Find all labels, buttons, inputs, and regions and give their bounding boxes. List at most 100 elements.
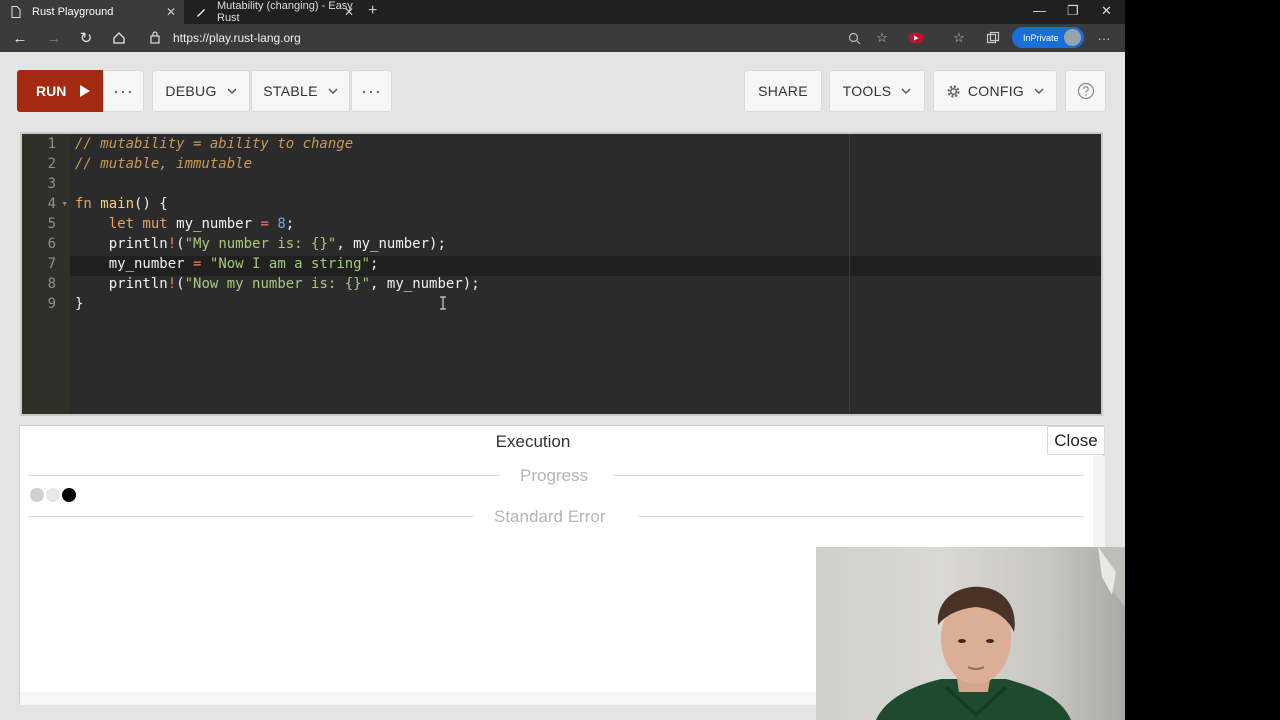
divider	[28, 475, 500, 476]
letterbox-right	[1125, 0, 1280, 720]
macro-token: println	[108, 276, 168, 292]
lock-icon	[150, 31, 160, 49]
line-number: 4	[47, 196, 56, 212]
punct-token: (	[176, 236, 185, 252]
collections-icon[interactable]	[985, 30, 1001, 46]
help-icon	[1077, 82, 1094, 100]
channel-more-button[interactable]: ···	[351, 70, 392, 112]
zoom-icon[interactable]	[846, 30, 862, 46]
code-line-5: let mut my_number = 8;	[75, 214, 295, 234]
line-number: 6	[47, 236, 56, 252]
run-label: RUN	[36, 83, 67, 99]
avatar	[1064, 29, 1081, 46]
identifier-token: my_number	[108, 256, 185, 272]
tab-label: Mutability (changing) - Easy Rust	[217, 0, 353, 24]
horizontal-scrollbar[interactable]	[20, 692, 817, 705]
stderr-label: Standard Error	[494, 507, 606, 526]
back-icon[interactable]: ←	[10, 28, 30, 48]
loader-dot	[30, 488, 44, 502]
pen-icon	[195, 6, 207, 18]
chevron-down-icon	[328, 88, 338, 94]
mode-select-button[interactable]: DEBUG	[152, 70, 250, 112]
code-line-6: println!("My number is: {}", my_number);	[75, 234, 446, 254]
window-close-icon[interactable]: ✕	[1101, 3, 1112, 19]
mode-label: DEBUG	[165, 83, 217, 99]
punct-token: () {	[134, 196, 168, 212]
chevron-down-icon	[1034, 88, 1044, 94]
print-margin	[849, 134, 850, 414]
punct-token: , my_number);	[370, 276, 480, 292]
loading-indicator	[30, 488, 76, 502]
page-icon	[10, 6, 22, 18]
punct-token: ;	[370, 256, 379, 272]
punct-token: ;	[285, 216, 295, 232]
code-line-9: }	[75, 294, 83, 314]
tab-label: Rust Playground	[32, 6, 114, 18]
number-token: 8	[277, 216, 286, 232]
punct-token: (	[176, 276, 185, 292]
code-line-4: fn main() {	[75, 194, 168, 214]
presenter-video	[876, 547, 1125, 720]
tools-button[interactable]: TOOLS	[829, 70, 925, 112]
address-bar: ← → ↻ https://play.rust-lang.org ☆ ☆ InP…	[0, 24, 1125, 52]
line-number: 2	[47, 156, 56, 172]
string-token: "Now I am a string"	[209, 256, 371, 272]
inprivate-badge[interactable]: InPrivate	[1012, 27, 1084, 48]
chevron-down-icon	[901, 88, 911, 94]
inprivate-label: InPrivate	[1023, 32, 1059, 43]
line-number-gutter: 1 2 3 4 ▼ 5 6 7 8 9	[22, 134, 70, 414]
extension-icon[interactable]	[908, 30, 924, 46]
share-label: SHARE	[758, 83, 808, 99]
config-label: CONFIG	[967, 83, 1025, 99]
fold-arrow-icon[interactable]: ▼	[61, 201, 68, 208]
code-line-8: println!("Now my number is: {}", my_numb…	[75, 274, 480, 294]
run-more-button[interactable]: ···	[103, 70, 144, 112]
close-output-button[interactable]: Close	[1047, 426, 1105, 455]
operator-token: !	[167, 276, 177, 292]
maximize-icon[interactable]: ❐	[1067, 3, 1079, 19]
tab-easy-rust[interactable]: Mutability (changing) - Easy Rust ✕	[185, 0, 362, 24]
tab-strip: Rust Playground ✕ Mutability (changing) …	[0, 0, 1125, 24]
more-dots-icon: ···	[361, 80, 382, 101]
gear-icon	[947, 84, 960, 98]
channel-label: STABLE	[263, 83, 318, 99]
channel-select-button[interactable]: STABLE	[251, 70, 350, 112]
chevron-down-icon	[227, 88, 237, 94]
divider	[614, 475, 1084, 476]
line-number: 7	[47, 256, 56, 272]
home-icon[interactable]	[109, 28, 129, 48]
code-editor[interactable]: 1 2 3 4 ▼ 5 6 7 8 9 // mutability = abil…	[20, 132, 1103, 416]
minimize-icon[interactable]: —	[1033, 3, 1046, 18]
string-token: "Now my number is: {}"	[184, 276, 371, 292]
more-menu-icon[interactable]: ···	[1096, 30, 1112, 46]
config-button[interactable]: CONFIG	[933, 70, 1057, 112]
loader-dot	[46, 488, 60, 502]
loader-dot	[62, 488, 76, 502]
keyword-token: let mut	[108, 216, 168, 232]
refresh-icon[interactable]: ↻	[76, 28, 96, 48]
line-number: 5	[47, 216, 56, 232]
identifier-token: my_number	[176, 216, 253, 232]
playground-toolbar: RUN ··· DEBUG STABLE ··· SHARE TOOLS CON…	[0, 52, 1125, 130]
function-name-token: main	[100, 196, 135, 212]
tab-close-icon[interactable]: ✕	[166, 5, 176, 19]
browser-window: Rust Playground ✕ Mutability (changing) …	[0, 0, 1125, 720]
help-button[interactable]	[1065, 70, 1106, 112]
favorites-icon[interactable]: ☆	[951, 30, 967, 46]
line-number: 9	[47, 296, 56, 312]
output-title: Execution	[495, 432, 571, 451]
favorite-add-icon[interactable]: ☆	[874, 30, 890, 46]
line-number: 3	[47, 176, 56, 192]
share-button[interactable]: SHARE	[744, 70, 822, 112]
forward-icon[interactable]: →	[44, 28, 64, 48]
punct-token: }	[75, 296, 84, 312]
code-line-7: my_number = "Now I am a string";	[75, 254, 379, 274]
string-token: "My number is: {}"	[184, 236, 337, 252]
tab-rust-playground[interactable]: Rust Playground ✕	[0, 0, 184, 24]
tab-close-icon[interactable]: ✕	[344, 5, 354, 19]
tools-label: TOOLS	[842, 83, 892, 99]
url-field[interactable]: https://play.rust-lang.org	[173, 31, 301, 45]
run-button[interactable]: RUN	[17, 70, 103, 112]
webcam-overlay	[816, 547, 1125, 720]
new-tab-icon[interactable]: +	[368, 2, 377, 20]
